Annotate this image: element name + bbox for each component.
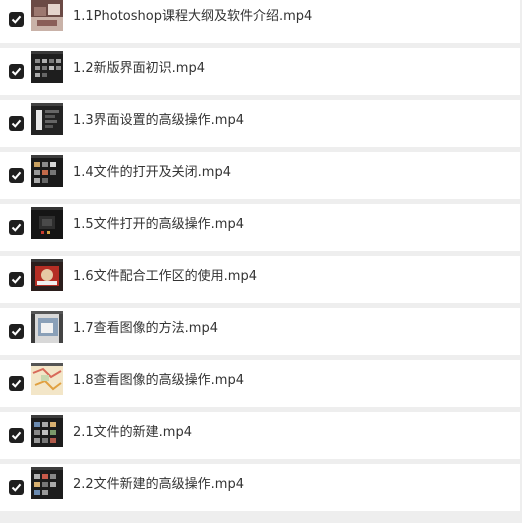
file-checkbox[interactable] xyxy=(9,116,24,131)
file-name[interactable]: 2.2文件新建的高级操作.mp4 xyxy=(73,476,244,494)
file-name[interactable]: 1.6文件配合工作区的使用.mp4 xyxy=(73,268,257,286)
file-name[interactable]: 1.1Photoshop课程大纲及软件介绍.mp4 xyxy=(73,8,312,26)
file-checkbox[interactable] xyxy=(9,64,24,79)
file-checkbox[interactable] xyxy=(9,12,24,27)
file-row[interactable]: 1.8查看图像的高级操作.mp4 xyxy=(0,360,520,407)
video-thumbnail xyxy=(31,467,63,499)
file-row[interactable]: 2.1文件的新建.mp4 xyxy=(0,412,520,459)
checkmark-icon xyxy=(11,379,22,388)
checkmark-icon xyxy=(11,275,22,284)
file-checkbox[interactable] xyxy=(9,220,24,235)
video-thumbnail xyxy=(31,103,63,135)
video-thumbnail xyxy=(31,311,63,343)
file-name[interactable]: 1.7查看图像的方法.mp4 xyxy=(73,320,218,338)
file-row[interactable]: 2.2文件新建的高级操作.mp4 xyxy=(0,464,520,511)
checkmark-icon xyxy=(11,223,22,232)
file-name[interactable]: 1.2新版界面初识.mp4 xyxy=(73,60,205,78)
file-name[interactable]: 1.4文件的打开及关闭.mp4 xyxy=(73,164,231,182)
file-checkbox[interactable] xyxy=(9,168,24,183)
checkmark-icon xyxy=(11,119,22,128)
file-row[interactable]: 1.3界面设置的高级操作.mp4 xyxy=(0,100,520,147)
checkmark-icon xyxy=(11,327,22,336)
checkmark-icon xyxy=(11,67,22,76)
file-row[interactable]: 1.4文件的打开及关闭.mp4 xyxy=(0,152,520,199)
file-checkbox[interactable] xyxy=(9,272,24,287)
video-thumbnail xyxy=(31,51,63,83)
video-thumbnail xyxy=(31,415,63,447)
file-checkbox[interactable] xyxy=(9,480,24,495)
file-checkbox[interactable] xyxy=(9,376,24,391)
checkmark-icon xyxy=(11,483,22,492)
video-thumbnail xyxy=(31,207,63,239)
checkmark-icon xyxy=(11,431,22,440)
video-thumbnail xyxy=(31,259,63,291)
file-name[interactable]: 1.5文件打开的高级操作.mp4 xyxy=(73,216,244,234)
checkmark-icon xyxy=(11,171,22,180)
file-name[interactable]: 1.8查看图像的高级操作.mp4 xyxy=(73,372,244,390)
video-thumbnail xyxy=(31,0,63,31)
file-row[interactable]: 1.7查看图像的方法.mp4 xyxy=(0,308,520,355)
file-row[interactable]: 1.2新版界面初识.mp4 xyxy=(0,48,520,95)
file-row[interactable]: 1.5文件打开的高级操作.mp4 xyxy=(0,204,520,251)
file-checkbox[interactable] xyxy=(9,428,24,443)
file-name[interactable]: 1.3界面设置的高级操作.mp4 xyxy=(73,112,244,130)
file-row[interactable]: 1.6文件配合工作区的使用.mp4 xyxy=(0,256,520,303)
file-row[interactable]: 1.1Photoshop课程大纲及软件介绍.mp4 xyxy=(0,0,520,43)
checkmark-icon xyxy=(11,15,22,24)
file-name[interactable]: 2.1文件的新建.mp4 xyxy=(73,424,192,442)
video-thumbnail xyxy=(31,363,63,395)
file-checkbox[interactable] xyxy=(9,324,24,339)
video-thumbnail xyxy=(31,155,63,187)
video-file-list: 1.1Photoshop课程大纲及软件介绍.mp4 1.2新版界面初识.mp4 xyxy=(0,0,522,523)
